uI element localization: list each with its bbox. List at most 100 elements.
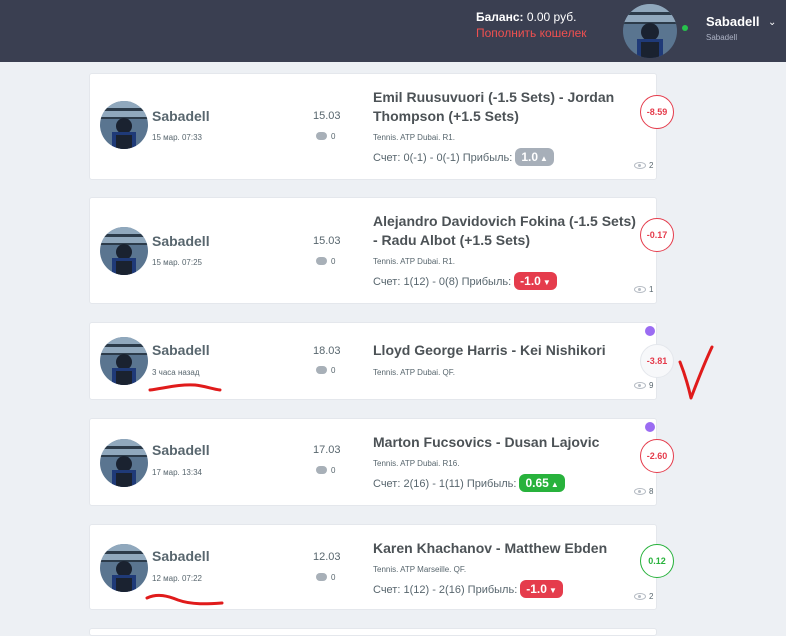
user-name[interactable]: Sabadell: [706, 14, 759, 29]
check-mark: [678, 345, 714, 400]
event-info: Tennis. ATP Dubai. R16.: [373, 459, 460, 468]
username[interactable]: Sabadell: [152, 233, 210, 249]
event-date: 12.03: [313, 551, 341, 563]
eye-icon: [634, 162, 646, 169]
score-label: Счет:: [373, 276, 401, 288]
profit-pill: 1.0 ▲: [515, 148, 554, 166]
post-time: 15 мар. 07:25: [152, 258, 202, 267]
comments-count[interactable]: 0: [316, 466, 335, 475]
rating-circle: -3.81: [640, 344, 674, 378]
event-title[interactable]: Alejandro Davidovich Fokina (-1.5 Sets) …: [373, 212, 643, 250]
caret-up-icon: ▲: [540, 154, 548, 163]
profit-pill: 0.65 ▲: [519, 474, 565, 492]
comments-count[interactable]: 0: [316, 132, 335, 141]
unread-dot: [645, 422, 655, 432]
user-avatar[interactable]: [100, 337, 148, 385]
score-value: 0(-1) - 0(-1): [403, 152, 460, 164]
views-count: 1: [634, 285, 653, 294]
comments-value: 0: [331, 257, 336, 266]
avatar-image: [100, 227, 148, 275]
comment-icon: [316, 366, 327, 374]
score-line: Счет: 0(-1) - 0(-1) Прибыль: 1.0 ▲: [373, 148, 554, 166]
rating-circle: 0.12: [640, 544, 674, 578]
event-title[interactable]: Lloyd George Harris - Kei Nishikori: [373, 341, 643, 360]
username[interactable]: Sabadell: [152, 442, 210, 458]
score-value: 1(12) - 2(16): [403, 584, 465, 596]
caret-down-icon: ▼: [542, 278, 551, 287]
score-value: 2(16) - 1(11): [403, 478, 464, 490]
user-avatar[interactable]: [100, 101, 148, 149]
bet-card: Sabadell 17 мар. 13:34 17.03 0 Marton Fu…: [89, 418, 674, 506]
caret-down-icon: ▼: [548, 586, 557, 595]
profit-value: -1.0: [520, 274, 541, 288]
balance: Баланс: 0.00 руб.: [476, 10, 576, 24]
bet-card: Sabadell 12 мар. 07:22 12.03 0 Karen Kha…: [89, 524, 674, 610]
user-avatar[interactable]: [100, 439, 148, 487]
event-info: Tennis. ATP Dubai. R1.: [373, 133, 455, 142]
eye-icon: [634, 593, 646, 600]
views-value: 2: [649, 161, 654, 170]
score-label: Счет:: [373, 478, 401, 490]
comments-count[interactable]: 0: [316, 366, 335, 375]
top-bar: Баланс: 0.00 руб. Пополнить кошелек Saba…: [0, 0, 786, 62]
profit-value: 1.0: [521, 150, 539, 164]
views-value: 9: [649, 381, 654, 390]
views-value: 1: [649, 285, 654, 294]
event-title[interactable]: Karen Khachanov - Matthew Ebden: [373, 539, 643, 558]
score-line: Счет: 1(12) - 0(8) Прибыль: -1.0 ▼: [373, 272, 557, 290]
comments-count[interactable]: 0: [316, 573, 335, 582]
views-count: 8: [634, 487, 653, 496]
profit-pill: -1.0 ▼: [514, 272, 557, 290]
topup-wallet-link[interactable]: Пополнить кошелек: [476, 26, 587, 40]
avatar-image: [100, 544, 148, 592]
event-date: 15.03: [313, 110, 341, 122]
user-avatar[interactable]: [100, 544, 148, 592]
post-time: 12 мар. 07:22: [152, 574, 202, 583]
comments-value: 0: [331, 132, 336, 141]
views-count: 2: [634, 592, 653, 601]
eye-icon: [634, 286, 646, 293]
score-line: Счет: 2(16) - 1(11) Прибыль: 0.65 ▲: [373, 474, 565, 492]
event-title[interactable]: Marton Fucsovics - Dusan Lajovic: [373, 433, 643, 452]
profit-label: Прибыль:: [467, 584, 518, 596]
profit-label: Прибыль:: [466, 478, 517, 490]
event-info: Tennis. ATP Dubai. R1.: [373, 257, 455, 266]
post-time: 15 мар. 07:33: [152, 133, 202, 142]
avatar-image: [623, 4, 677, 58]
event-title[interactable]: Emil Ruusuvuori (-1.5 Sets) - Jordan Tho…: [373, 88, 643, 126]
event-date: 18.03: [313, 345, 341, 357]
avatar-image: [100, 439, 148, 487]
caret-up-icon: ▲: [550, 480, 559, 489]
bet-card: Sabadell 3 часа назад 18.03 0 Lloyd Geor…: [89, 322, 674, 400]
comments-count[interactable]: 0: [316, 257, 335, 266]
user-avatar[interactable]: [100, 227, 148, 275]
profit-label: Прибыль:: [462, 152, 513, 164]
views-count: 9: [634, 381, 653, 390]
comments-value: 0: [331, 573, 336, 582]
comment-icon: [316, 573, 327, 581]
profit-value: 0.65: [525, 476, 549, 490]
balance-label: Баланс:: [476, 10, 524, 24]
rating-circle: -0.17: [640, 218, 674, 252]
username[interactable]: Sabadell: [152, 108, 210, 124]
score-value: 1(12) - 0(8): [403, 276, 459, 288]
unread-dot: [645, 326, 655, 336]
balance-value: 0.00 руб.: [526, 10, 577, 24]
chevron-down-icon[interactable]: ⌄: [768, 17, 776, 28]
eye-icon: [634, 488, 646, 495]
username[interactable]: Sabadell: [152, 342, 210, 358]
post-time: 17 мар. 13:34: [152, 468, 202, 477]
profit-pill: -1.0 ▼: [520, 580, 563, 598]
comment-icon: [316, 466, 327, 474]
views-value: 8: [649, 487, 654, 496]
comments-value: 0: [331, 466, 336, 475]
event-info: Tennis. ATP Dubai. QF.: [373, 368, 455, 377]
post-time: 3 часа назад: [152, 368, 200, 377]
user-subtitle: Sabadell: [706, 33, 738, 42]
views-value: 2: [649, 592, 654, 601]
user-avatar[interactable]: [623, 4, 677, 58]
eye-icon: [634, 382, 646, 389]
rating-circle: -8.59: [640, 95, 674, 129]
event-date: 15.03: [313, 235, 341, 247]
username[interactable]: Sabadell: [152, 548, 210, 564]
